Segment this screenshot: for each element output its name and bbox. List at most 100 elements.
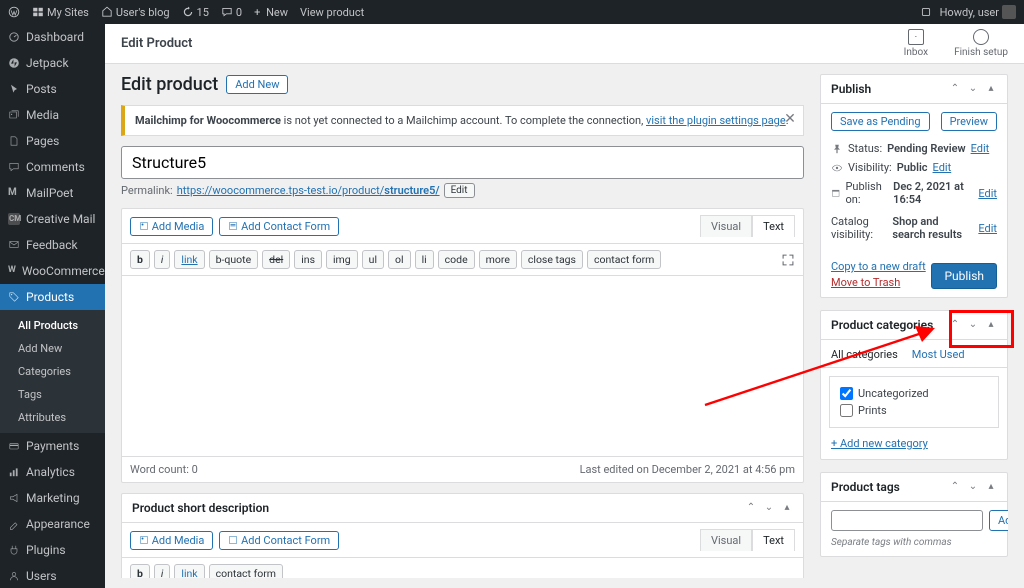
cat-label: Prints xyxy=(858,404,887,417)
add-tag-button[interactable]: Add xyxy=(989,510,1008,531)
move-up-icon[interactable]: ⌃ xyxy=(745,502,757,514)
sidebar-item-plugins[interactable]: Plugins xyxy=(0,537,105,563)
publish-button[interactable]: Publish xyxy=(931,263,997,289)
finish-setup-button[interactable]: Finish setup xyxy=(954,29,1008,58)
all-categories-tab[interactable]: All categories xyxy=(831,340,898,367)
fullscreen-icon[interactable] xyxy=(781,253,795,267)
qt-ul[interactable]: ul xyxy=(362,250,384,269)
sidebar-item-jetpack[interactable]: Jetpack xyxy=(0,50,105,76)
notice-link[interactable]: visit the plugin settings page xyxy=(646,114,786,127)
move-up-icon[interactable]: ⌃ xyxy=(949,481,961,493)
sidebar-item-comments[interactable]: Comments xyxy=(0,154,105,180)
my-sites[interactable]: My Sites xyxy=(32,6,89,19)
product-title-input[interactable] xyxy=(121,146,804,179)
sidebar-item-marketing[interactable]: Marketing xyxy=(0,485,105,511)
sidebar-item-creative-mail[interactable]: CMCreative Mail xyxy=(0,206,105,232)
tags-input[interactable] xyxy=(831,510,983,531)
short-qt-contact[interactable]: contact form xyxy=(209,564,283,578)
sidebar-item-products[interactable]: Products xyxy=(0,284,105,310)
text-tab[interactable]: Text xyxy=(752,215,795,237)
toggle-icon[interactable]: ▴ xyxy=(985,83,997,95)
site-link[interactable]: User's blog xyxy=(101,6,170,19)
qt-i[interactable]: i xyxy=(154,250,170,269)
short-qt-link[interactable]: link xyxy=(174,564,204,578)
copy-draft-link[interactable]: Copy to a new draft xyxy=(831,260,926,273)
view-product[interactable]: View product xyxy=(300,6,364,19)
qt-del[interactable]: del xyxy=(262,250,290,269)
move-down-icon[interactable]: ⌄ xyxy=(763,502,775,514)
sidebar-item-analytics[interactable]: Analytics xyxy=(0,459,105,485)
move-up-icon[interactable]: ⌃ xyxy=(949,319,961,331)
edit-visibility-link[interactable]: Edit xyxy=(933,161,952,174)
sidebar-item-users[interactable]: Users xyxy=(0,563,105,588)
submenu-attributes[interactable]: Attributes xyxy=(0,406,105,429)
save-pending-button[interactable]: Save as Pending xyxy=(831,112,930,131)
short-add-contact-button[interactable]: Add Contact Form xyxy=(219,531,339,550)
qt-ins[interactable]: ins xyxy=(294,250,322,269)
qt-img[interactable]: img xyxy=(326,250,358,269)
permalink-link[interactable]: https://woocommerce.tps-test.io/product/… xyxy=(177,184,440,197)
wp-logo[interactable] xyxy=(8,6,20,18)
submenu-tags[interactable]: Tags xyxy=(0,383,105,406)
sidebar-item-payments[interactable]: Payments xyxy=(0,433,105,459)
short-qt-i[interactable]: i xyxy=(154,564,170,578)
move-down-icon[interactable]: ⌄ xyxy=(967,481,979,493)
new-content[interactable]: + New xyxy=(254,6,288,19)
add-contact-form-button[interactable]: Add Contact Form xyxy=(219,217,339,236)
qt-b[interactable]: b xyxy=(130,250,150,269)
toggle-icon[interactable]: ▴ xyxy=(985,481,997,493)
sidebar-item-mailpoet[interactable]: MMailPoet xyxy=(0,180,105,206)
edit-date-link[interactable]: Edit xyxy=(978,187,997,200)
submenu-categories[interactable]: Categories xyxy=(0,360,105,383)
sidebar-item-pages[interactable]: Pages xyxy=(0,128,105,154)
comments-count[interactable]: 0 xyxy=(221,6,242,19)
short-visual-tab[interactable]: Visual xyxy=(700,529,752,551)
most-used-tab[interactable]: Most Used xyxy=(912,340,965,367)
move-down-icon[interactable]: ⌄ xyxy=(967,319,979,331)
visibility-label: Visibility: xyxy=(848,161,892,174)
qt-code[interactable]: code xyxy=(438,250,475,269)
edit-permalink-button[interactable]: Edit xyxy=(444,183,475,198)
edit-status-link[interactable]: Edit xyxy=(971,142,990,155)
sidebar-item-woocommerce[interactable]: WWooCommerce xyxy=(0,258,105,284)
qt-li[interactable]: li xyxy=(415,250,434,269)
move-down-icon[interactable]: ⌄ xyxy=(967,83,979,95)
main-editor: Add Media Add Contact Form Visual Text b… xyxy=(121,208,804,483)
toggle-icon[interactable]: ▴ xyxy=(781,502,793,514)
sidebar-item-dashboard[interactable]: Dashboard xyxy=(0,24,105,50)
cat-uncategorized-checkbox[interactable] xyxy=(840,387,853,400)
toggle-icon[interactable]: ▴ xyxy=(985,319,997,331)
qt-ol[interactable]: ol xyxy=(388,250,411,269)
sidebar-item-appearance[interactable]: Appearance xyxy=(0,511,105,537)
short-qt-b[interactable]: b xyxy=(130,564,150,578)
edit-catalog-link[interactable]: Edit xyxy=(978,222,997,235)
dismiss-icon[interactable]: ✕ xyxy=(783,112,797,126)
inbox-button[interactable]: Inbox xyxy=(904,29,928,58)
short-add-media-button[interactable]: Add Media xyxy=(130,531,213,550)
move-trash-link[interactable]: Move to Trash xyxy=(831,276,926,289)
editor-textarea[interactable] xyxy=(122,276,803,456)
visual-tab[interactable]: Visual xyxy=(700,215,752,237)
qt-close[interactable]: close tags xyxy=(521,250,583,269)
sidebar-label: Pages xyxy=(26,134,59,148)
add-category-link[interactable]: + Add new category xyxy=(831,437,928,450)
add-new-button[interactable]: Add New xyxy=(226,75,288,94)
updates[interactable]: 15 xyxy=(182,6,209,19)
preview-button[interactable]: Preview xyxy=(941,112,997,131)
eye-icon xyxy=(831,162,843,174)
submenu-add-new[interactable]: Add New xyxy=(0,337,105,360)
qt-more[interactable]: more xyxy=(479,250,517,269)
short-text-tab[interactable]: Text xyxy=(752,529,795,551)
qt-contact[interactable]: contact form xyxy=(587,250,661,269)
howdy[interactable]: Howdy, user xyxy=(940,5,1016,19)
sidebar-item-posts[interactable]: Posts xyxy=(0,76,105,102)
add-media-button[interactable]: Add Media xyxy=(130,217,213,236)
notification-bell[interactable] xyxy=(920,6,932,18)
qt-link[interactable]: link xyxy=(174,250,204,269)
sidebar-item-feedback[interactable]: Feedback xyxy=(0,232,105,258)
cat-prints-checkbox[interactable] xyxy=(840,404,853,417)
qt-bquote[interactable]: b-quote xyxy=(209,250,259,269)
submenu-all-products[interactable]: All Products xyxy=(0,314,105,337)
sidebar-item-media[interactable]: Media xyxy=(0,102,105,128)
move-up-icon[interactable]: ⌃ xyxy=(949,83,961,95)
